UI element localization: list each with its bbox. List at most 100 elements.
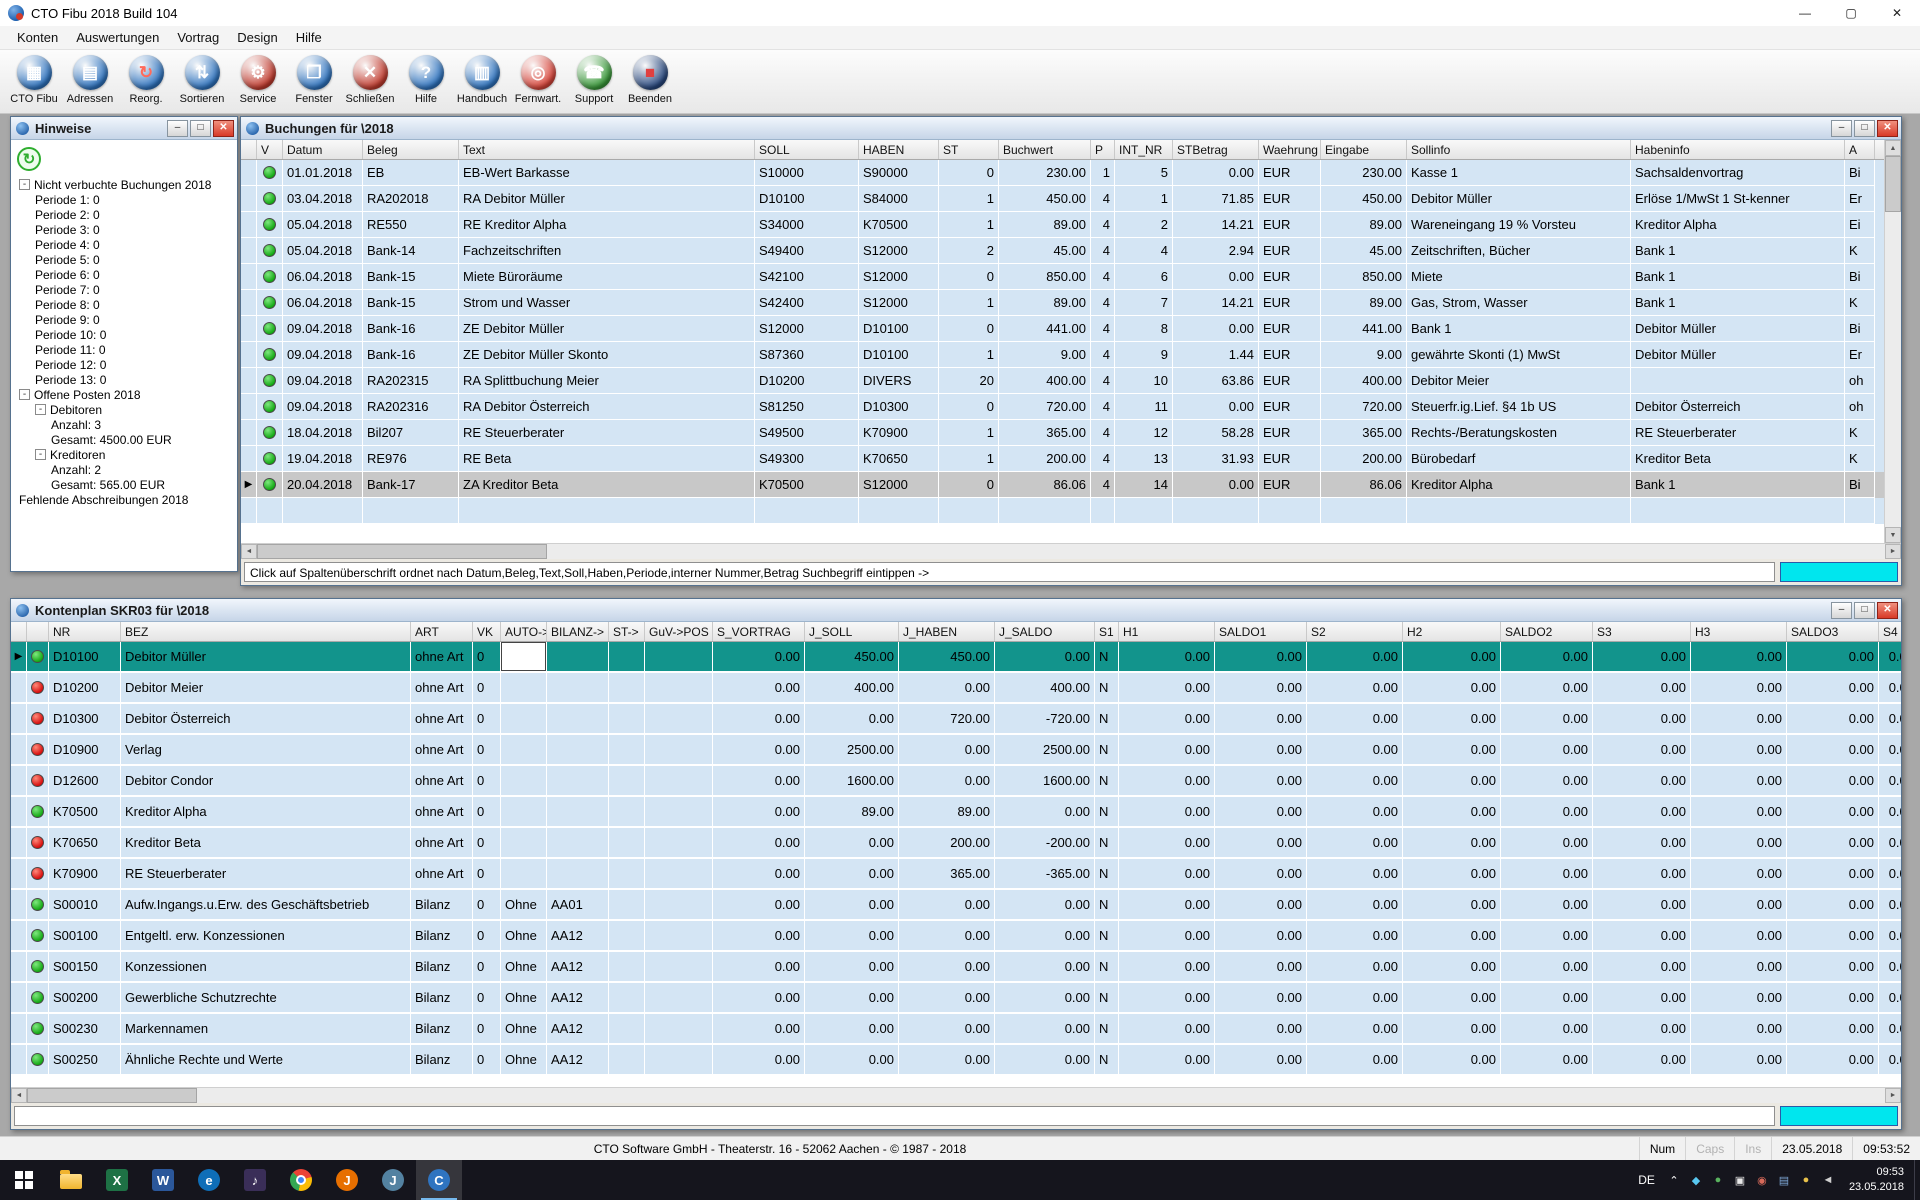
- cell-j_soll[interactable]: 0.00: [805, 1045, 899, 1076]
- cell-st[interactable]: 0: [939, 316, 999, 342]
- cell-h2[interactable]: 0.00: [1403, 828, 1501, 859]
- cell-stbetrag[interactable]: 1.44: [1173, 342, 1259, 368]
- tree-item[interactable]: Gesamt: 565.00 EUR: [15, 477, 233, 492]
- cell-stbetrag[interactable]: 14.21: [1173, 290, 1259, 316]
- cell-sollinfo[interactable]: Steuerfr.ig.Lief. §4 1b US: [1407, 394, 1631, 420]
- cell-auto->[interactable]: [501, 766, 547, 797]
- cell-bez[interactable]: Entgeltl. erw. Konzessionen: [121, 921, 411, 952]
- cell-bez[interactable]: Debitor Meier: [121, 673, 411, 704]
- cell-saldo2[interactable]: 0.00: [1501, 735, 1593, 766]
- tree-item[interactable]: -Offene Posten 2018: [15, 387, 233, 402]
- cell-auto->[interactable]: Ohne: [501, 983, 547, 1014]
- cell-waehrung[interactable]: EUR: [1259, 186, 1321, 212]
- cell-saldo2[interactable]: 0.00: [1501, 797, 1593, 828]
- cell-h3[interactable]: 0.00: [1691, 921, 1787, 952]
- cell-habeninfo[interactable]: RE Steuerberater: [1631, 420, 1845, 446]
- cell-h1[interactable]: 0.00: [1119, 859, 1215, 890]
- column-header-datum[interactable]: Datum: [283, 140, 363, 159]
- tree-expander-icon[interactable]: -: [19, 389, 30, 400]
- cell-j_haben[interactable]: 720.00: [899, 704, 995, 735]
- cell-haben[interactable]: D10100: [859, 316, 939, 342]
- cell-s3[interactable]: 0.00: [1593, 642, 1691, 673]
- column-header-sollinfo[interactable]: Sollinfo: [1407, 140, 1631, 159]
- cell-datum[interactable]: 06.04.2018: [283, 264, 363, 290]
- cell-j_haben[interactable]: 0.00: [899, 952, 995, 983]
- cell-a[interactable]: K: [1845, 446, 1875, 472]
- cell-s3[interactable]: 0.00: [1593, 735, 1691, 766]
- cell-p[interactable]: 4: [1091, 446, 1115, 472]
- cell-eingabe[interactable]: 9.00: [1321, 342, 1407, 368]
- cell-h1[interactable]: 0.00: [1119, 952, 1215, 983]
- cell-art[interactable]: ohne Art: [411, 859, 473, 890]
- cell-s4[interactable]: 0.00: [1879, 766, 1901, 797]
- cell-saldo2[interactable]: 0.00: [1501, 983, 1593, 1014]
- table-row[interactable]: ▶D10100Debitor Müllerohne Art00.00450.00…: [11, 642, 1901, 673]
- cell-datum[interactable]: [283, 498, 363, 524]
- cell-haben[interactable]: D10100: [859, 342, 939, 368]
- cell-h2[interactable]: 0.00: [1403, 859, 1501, 890]
- cell-habeninfo[interactable]: Bank 1: [1631, 264, 1845, 290]
- cell-stbetrag[interactable]: 14.21: [1173, 212, 1259, 238]
- tree-item[interactable]: Fehlende Abschreibungen 2018: [15, 492, 233, 507]
- column-header-nr[interactable]: NR: [49, 622, 121, 641]
- tray-chevron-icon[interactable]: ⌃: [1663, 1174, 1685, 1187]
- cell-waehrung[interactable]: EUR: [1259, 316, 1321, 342]
- table-row[interactable]: ▶20.04.2018Bank-17ZA Kreditor BetaK70500…: [241, 472, 1884, 498]
- cell-habeninfo[interactable]: Debitor Österreich: [1631, 394, 1845, 420]
- cell-a[interactable]: Er: [1845, 186, 1875, 212]
- cell-j_haben[interactable]: 365.00: [899, 859, 995, 890]
- cell-saldo1[interactable]: 0.00: [1215, 1014, 1307, 1045]
- cell-s2[interactable]: 0.00: [1307, 921, 1403, 952]
- cell-guv->pos[interactable]: [645, 859, 713, 890]
- cell-art[interactable]: ohne Art: [411, 828, 473, 859]
- cell-vk[interactable]: 0: [473, 766, 501, 797]
- cell-s2[interactable]: 0.00: [1307, 983, 1403, 1014]
- cell-saldo2[interactable]: 0.00: [1501, 859, 1593, 890]
- cell-j_saldo[interactable]: -200.00: [995, 828, 1095, 859]
- cell-stbetrag[interactable]: 63.86: [1173, 368, 1259, 394]
- cell-h2[interactable]: 0.00: [1403, 642, 1501, 673]
- cell-saldo3[interactable]: 0.00: [1787, 1045, 1879, 1076]
- cell-s4[interactable]: 0.00: [1879, 828, 1901, 859]
- cell-text[interactable]: Strom und Wasser: [459, 290, 755, 316]
- cell-art[interactable]: Bilanz: [411, 983, 473, 1014]
- cell-s3[interactable]: 0.00: [1593, 890, 1691, 921]
- cell-bilanz->[interactable]: AA01: [547, 890, 609, 921]
- column-header-bez[interactable]: BEZ: [121, 622, 411, 641]
- cell-int_nr[interactable]: 8: [1115, 316, 1173, 342]
- tree-item[interactable]: Periode 12: 0: [15, 357, 233, 372]
- cell-st->[interactable]: [609, 921, 645, 952]
- tree-item[interactable]: Periode 7: 0: [15, 282, 233, 297]
- tree-item[interactable]: Anzahl: 3: [15, 417, 233, 432]
- table-row[interactable]: S00200Gewerbliche SchutzrechteBilanz0Ohn…: [11, 983, 1901, 1014]
- tray-icon-5[interactable]: ▤: [1773, 1174, 1795, 1187]
- cell-h2[interactable]: 0.00: [1403, 921, 1501, 952]
- cell-s1[interactable]: N: [1095, 673, 1119, 704]
- cell-guv->pos[interactable]: [645, 766, 713, 797]
- close-button[interactable]: ✕: [213, 120, 234, 137]
- tree-expander-icon[interactable]: -: [35, 404, 46, 415]
- cell-buchwert[interactable]: 441.00: [999, 316, 1091, 342]
- cell-saldo2[interactable]: 0.00: [1501, 673, 1593, 704]
- cell-s2[interactable]: 0.00: [1307, 1045, 1403, 1076]
- cell-buchwert[interactable]: 400.00: [999, 368, 1091, 394]
- scrollbar-thumb[interactable]: [1885, 156, 1901, 212]
- cell-text[interactable]: EB-Wert Barkasse: [459, 160, 755, 186]
- cell-int_nr[interactable]: [1115, 498, 1173, 524]
- cell-j_soll[interactable]: 0.00: [805, 704, 899, 735]
- cell-datum[interactable]: 03.04.2018: [283, 186, 363, 212]
- cell-art[interactable]: Bilanz: [411, 890, 473, 921]
- table-row[interactable]: D10300Debitor Österreichohne Art00.000.0…: [11, 704, 1901, 735]
- cell-s2[interactable]: 0.00: [1307, 828, 1403, 859]
- adressen-button[interactable]: ▤Adressen: [62, 53, 118, 105]
- cell-auto->[interactable]: [501, 704, 547, 735]
- cell-st->[interactable]: [609, 859, 645, 890]
- cell-soll[interactable]: S87360: [755, 342, 859, 368]
- beenden-button[interactable]: ■Beenden: [622, 53, 678, 105]
- cell-saldo2[interactable]: 0.00: [1501, 828, 1593, 859]
- cell-h1[interactable]: 0.00: [1119, 673, 1215, 704]
- cell-beleg[interactable]: RE550: [363, 212, 459, 238]
- start-button[interactable]: [0, 1160, 48, 1200]
- cell-j_haben[interactable]: 0.00: [899, 983, 995, 1014]
- cell-beleg[interactable]: Bank-15: [363, 264, 459, 290]
